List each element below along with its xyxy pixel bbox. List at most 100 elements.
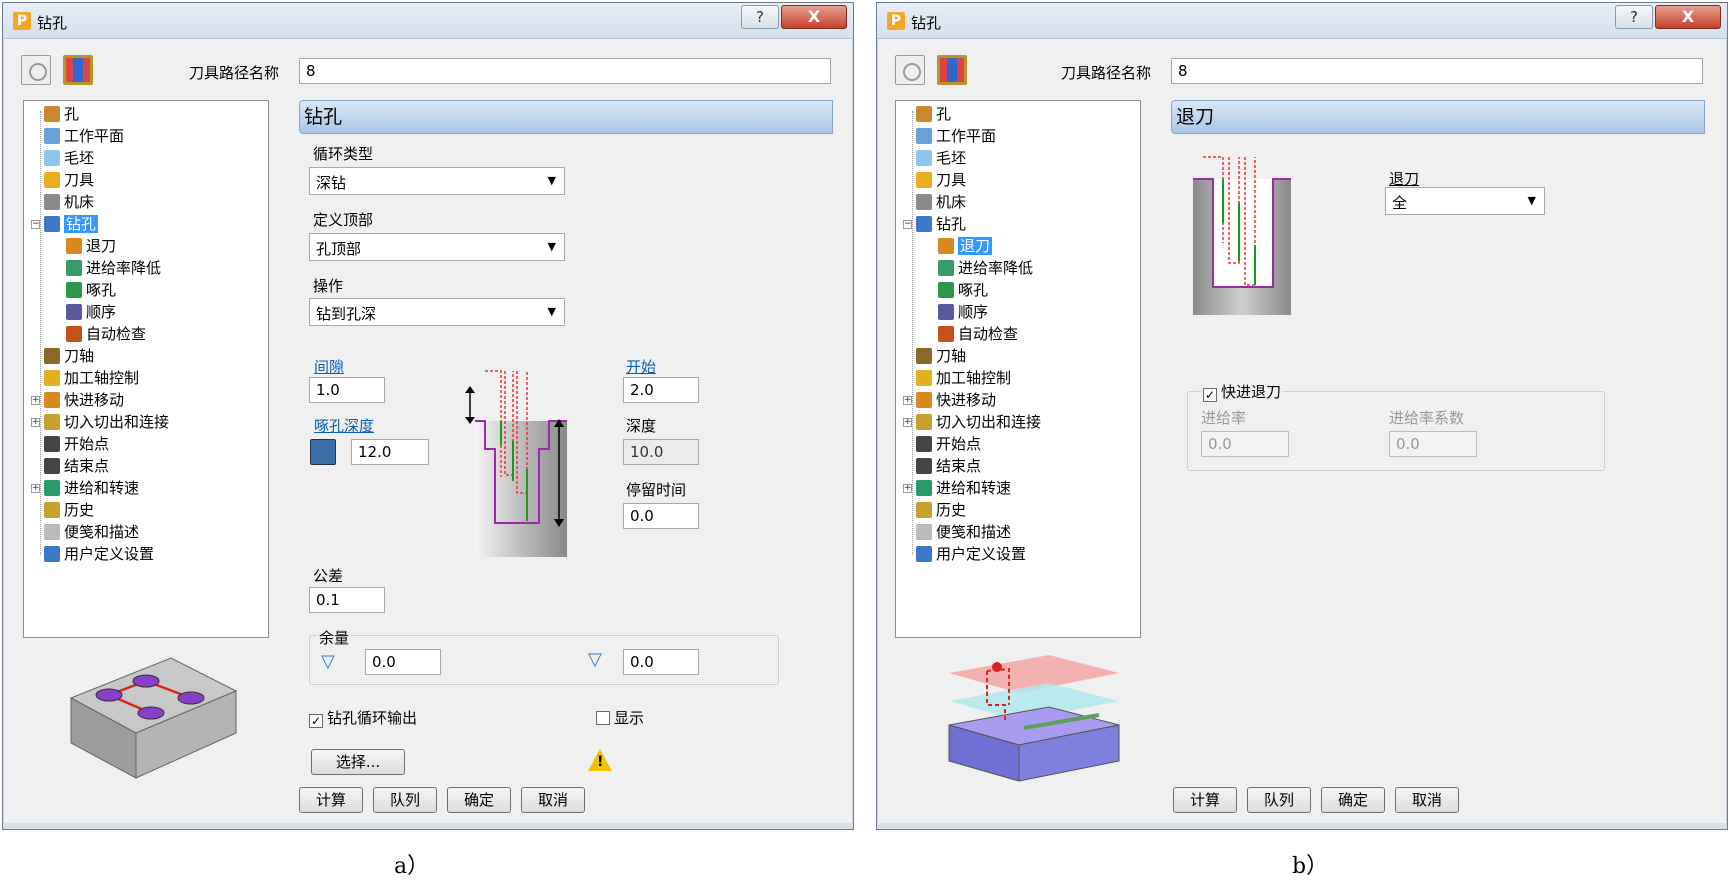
tree-item[interactable]: 用户定义设置 — [916, 543, 1026, 565]
tree-item[interactable]: 刀轴 — [44, 345, 94, 367]
powermill-app-icon: P — [13, 12, 31, 30]
retract-select[interactable]: 全 — [1385, 187, 1545, 215]
expand-icon[interactable]: + — [31, 396, 40, 405]
ok-button[interactable]: 确定 — [1321, 787, 1385, 813]
tree-item[interactable]: 顺序 — [66, 301, 116, 323]
tree-item[interactable]: 工作平面 — [44, 125, 124, 147]
tree-item[interactable]: 自动检查 — [66, 323, 146, 345]
tree-item[interactable]: 啄孔 — [938, 279, 988, 301]
queue-button[interactable]: 队列 — [1247, 787, 1311, 813]
tree-item[interactable]: 钻孔 — [916, 213, 966, 235]
hand-pick-icon[interactable] — [310, 439, 336, 465]
clearance-input[interactable]: 1.0 — [309, 377, 385, 403]
define-top-select[interactable]: 孔顶部 — [309, 233, 565, 261]
tree-item[interactable]: 进给和转速 — [44, 477, 139, 499]
start-link[interactable]: 开始 — [626, 356, 656, 377]
tree-item[interactable]: 加工轴控制 — [916, 367, 1011, 389]
expand-icon[interactable]: + — [903, 484, 912, 493]
tree-item[interactable]: 便笺和描述 — [44, 521, 139, 543]
tree-item[interactable]: 用户定义设置 — [44, 543, 154, 565]
tree-item[interactable]: 进给率降低 — [938, 257, 1033, 279]
tree-item[interactable]: 开始点 — [44, 433, 109, 455]
ok-button[interactable]: 确定 — [447, 787, 511, 813]
close-button[interactable]: X — [781, 5, 847, 29]
strategy-tree[interactable]: 孔工作平面 毛坯 刀具 机床 钻孔 − 退刀 进给率降低 啄孔 顺序 自动检查 刀轴 加工轴控制 快进移动… — [895, 100, 1141, 638]
tree-item[interactable]: 毛坯 — [44, 147, 94, 169]
tree-item[interactable]: 快进移动 — [916, 389, 996, 411]
tree-item[interactable]: 结束点 — [44, 455, 109, 477]
tree-node-icon — [916, 216, 932, 232]
calculate-button[interactable]: 计算 — [1173, 787, 1237, 813]
tree-item[interactable]: 进给和转速 — [916, 477, 1011, 499]
tree-item[interactable]: 历史 — [916, 499, 966, 521]
tree-item[interactable]: 便笺和描述 — [916, 521, 1011, 543]
expand-icon[interactable]: + — [31, 418, 40, 427]
output-cycle-check[interactable]: ✓ — [309, 714, 323, 728]
toolpath-status-icon[interactable] — [895, 55, 925, 85]
help-button[interactable]: ? — [1615, 5, 1653, 29]
tree-item[interactable]: 啄孔 — [66, 279, 116, 301]
cycle-type-select[interactable]: 深钻 — [309, 167, 565, 195]
axial-thickness-icon: ▽ — [588, 649, 602, 670]
tree-item[interactable]: 机床 — [44, 191, 94, 213]
tree-item[interactable]: 孔 — [916, 103, 951, 125]
dwell-input[interactable]: 0.0 — [623, 503, 699, 529]
tree-item[interactable]: 毛坯 — [916, 147, 966, 169]
expand-icon[interactable]: + — [31, 484, 40, 493]
toolpath-name-input[interactable]: 8 — [1171, 58, 1703, 84]
radial-thickness-input[interactable]: 0.0 — [365, 649, 441, 675]
tree-item[interactable]: 刀轴 — [916, 345, 966, 367]
title-bar: P 钻孔 ? X — [3, 3, 853, 39]
tree-item[interactable]: 加工轴控制 — [44, 367, 139, 389]
toolpath-settings-icon[interactable] — [63, 55, 93, 85]
queue-button[interactable]: 队列 — [373, 787, 437, 813]
toolpath-name-input[interactable]: 8 — [299, 58, 831, 84]
tree-item[interactable]: 开始点 — [916, 433, 981, 455]
calculate-button[interactable]: 计算 — [299, 787, 363, 813]
tree-item[interactable]: 进给率降低 — [66, 257, 161, 279]
tree-item[interactable]: 刀具 — [44, 169, 94, 191]
tree-item[interactable]: 刀具 — [916, 169, 966, 191]
strategy-tree[interactable]: 孔工作平面 毛坯 刀具 机床 钻孔 − 退刀 进给率降低 啄孔 顺序 自动检查 刀轴 加工轴控制 快进移动… — [23, 100, 269, 638]
tree-item[interactable]: 切入切出和连接 — [44, 411, 169, 433]
clearance-link[interactable]: 间隙 — [314, 356, 344, 377]
rapid-retract-checkbox[interactable]: ✓ 快进退刀 — [1201, 381, 1284, 402]
tree-item[interactable]: 切入切出和连接 — [916, 411, 1041, 433]
tree-item[interactable]: 结束点 — [916, 455, 981, 477]
expand-icon[interactable]: + — [903, 396, 912, 405]
rapid-retract-check[interactable]: ✓ — [1203, 388, 1217, 402]
collapse-icon[interactable]: − — [903, 220, 912, 229]
peck-depth-input[interactable]: 12.0 — [351, 439, 429, 465]
toolpath-settings-icon[interactable] — [937, 55, 967, 85]
machine-icon — [44, 194, 60, 210]
start-input[interactable]: 2.0 — [623, 377, 699, 403]
tolerance-label: 公差 — [313, 567, 344, 585]
tree-item[interactable]: 退刀 — [938, 235, 993, 257]
section-title: 钻孔 — [299, 100, 833, 134]
expand-icon[interactable]: + — [903, 418, 912, 427]
cancel-button[interactable]: 取消 — [1395, 787, 1459, 813]
peck-depth-link[interactable]: 啄孔深度 — [314, 415, 374, 436]
display-check[interactable] — [596, 711, 610, 725]
output-cycle-checkbox[interactable]: ✓ 钻孔循环输出 — [309, 707, 417, 728]
tree-item[interactable]: 退刀 — [66, 235, 116, 257]
tree-item[interactable]: 钻孔 — [44, 213, 99, 235]
operation-select[interactable]: 钻到孔深 — [309, 298, 565, 326]
axial-thickness-input[interactable]: 0.0 — [623, 649, 699, 675]
help-button[interactable]: ? — [741, 5, 779, 29]
display-checkbox[interactable]: 显示 — [596, 707, 644, 728]
tree-item[interactable]: 顺序 — [938, 301, 988, 323]
tolerance-input[interactable]: 0.1 — [309, 587, 385, 613]
select-button[interactable]: 选择... — [311, 749, 405, 775]
cancel-button[interactable]: 取消 — [521, 787, 585, 813]
tree-item[interactable]: 快进移动 — [44, 389, 124, 411]
rapid-retract-label: 快进退刀 — [1221, 383, 1282, 401]
collapse-icon[interactable]: − — [31, 220, 40, 229]
tree-item[interactable]: 工作平面 — [916, 125, 996, 147]
tree-item[interactable]: 孔 — [44, 103, 79, 125]
tree-item[interactable]: 机床 — [916, 191, 966, 213]
tree-item[interactable]: 历史 — [44, 499, 94, 521]
close-button[interactable]: X — [1655, 5, 1721, 29]
tree-item[interactable]: 自动检查 — [938, 323, 1018, 345]
toolpath-status-icon[interactable] — [21, 55, 51, 85]
